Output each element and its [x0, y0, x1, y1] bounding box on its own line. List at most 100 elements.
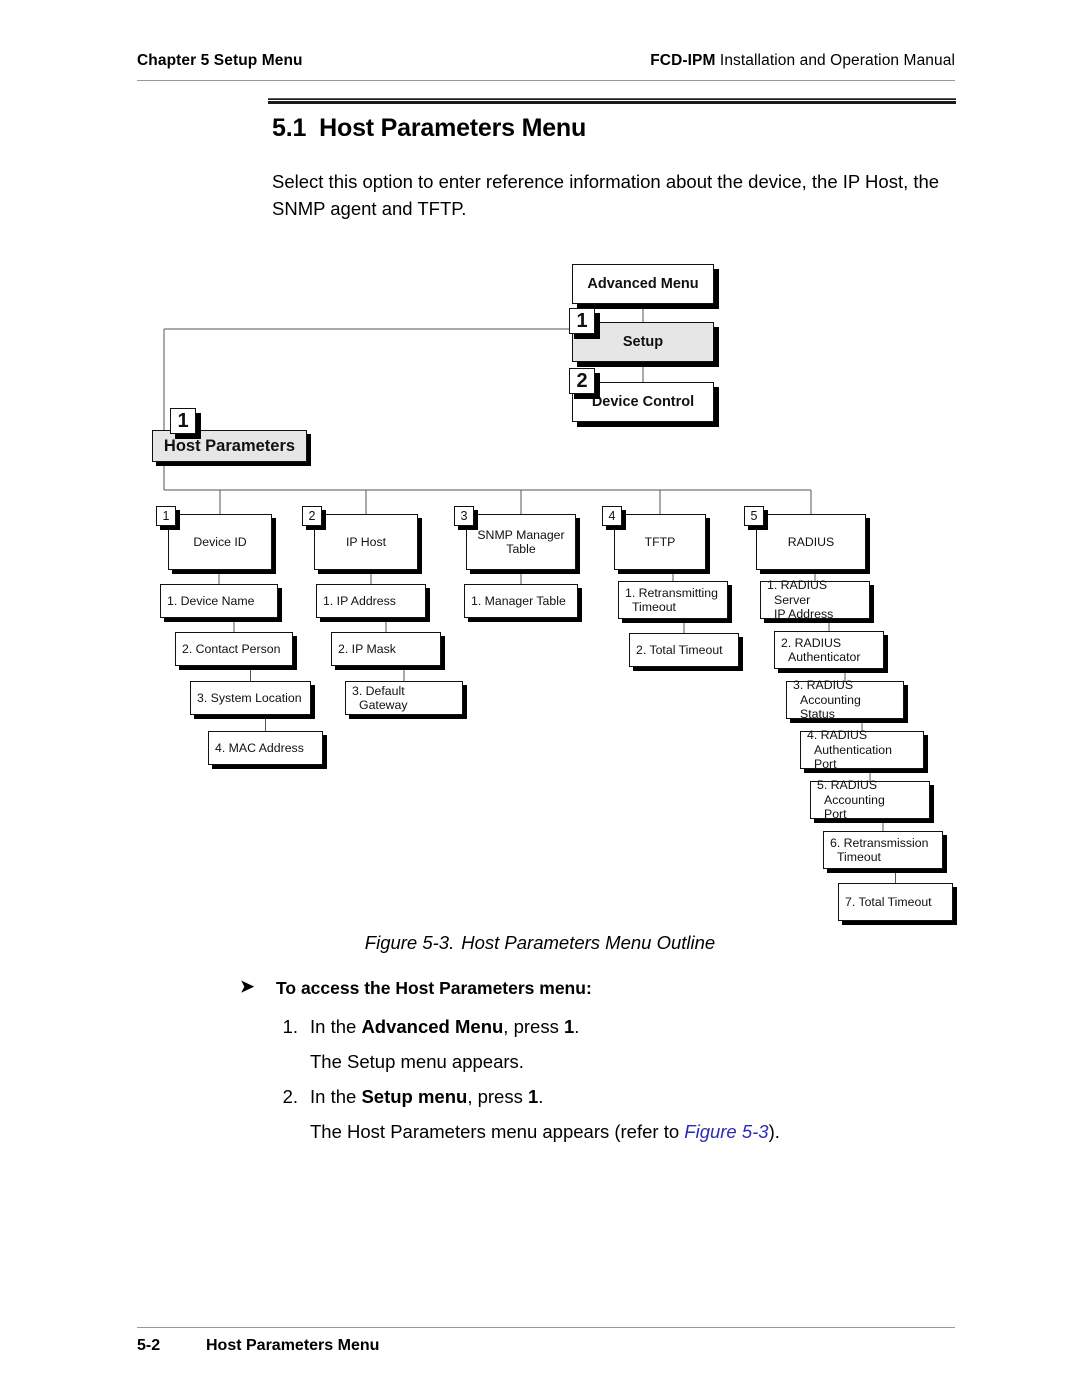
menu-key-badge: 1 [156, 506, 176, 526]
menu-node-label: 1. IP Address [323, 593, 396, 608]
menu-node-item: 4. RADIUS Authentication Port [800, 728, 924, 772]
step-end: . [538, 1086, 544, 1107]
section-title-text: Host Parameters Menu [319, 114, 587, 142]
page-title: 5.1 Host Parameters Menu [272, 114, 586, 143]
menu-node-snmp-manager: SNMP Manager Table [466, 514, 576, 570]
menu-node-label: IP Host [345, 534, 387, 549]
manual-title: FCD-IPM Installation and Operation Manua… [650, 52, 955, 70]
menu-key-badge: 1 [569, 308, 595, 334]
menu-key-badge: 2 [302, 506, 322, 526]
menu-key-badge: 2 [569, 368, 595, 394]
menu-node-item: 3. RADIUS Accounting Status [786, 678, 904, 722]
menu-node-label: 3. Default Gateway [352, 683, 408, 713]
menu-node-label: 1. Manager Table [471, 593, 566, 608]
menu-node-radius: RADIUS [756, 514, 866, 570]
menu-node-label: 2. Contact Person [182, 641, 281, 656]
menu-node-item: 1. Manager Table [464, 584, 578, 618]
menu-node-item: 2. IP Mask [331, 632, 441, 666]
section-rule [268, 98, 956, 104]
menu-node-label: Host Parameters [163, 436, 296, 455]
page-number: 5-2 [137, 1337, 161, 1354]
step-emphasis: Setup menu [361, 1086, 468, 1107]
menu-node-label: 3. RADIUS Accounting Status [793, 678, 861, 722]
menu-key-badge: 1 [170, 408, 196, 434]
menu-key-badge: 3 [454, 506, 474, 526]
step-number: 2. [282, 1086, 298, 1107]
figure-number: Figure 5-3. [364, 932, 455, 953]
procedure-heading-text: To access the Host Parameters menu: [276, 978, 592, 998]
menu-node-tftp: TFTP [614, 514, 706, 570]
menu-node-label: 6. Retransmission Timeout [830, 835, 929, 865]
menu-node-item: 3. Default Gateway [345, 681, 463, 715]
menu-node-label: 2. RADIUS Authenticator [781, 635, 861, 665]
menu-node-item: 1. Device Name [160, 584, 278, 618]
procedure-result-2: The Host Parameters menu appears (refer … [310, 1119, 780, 1145]
footer-rule [137, 1327, 955, 1328]
manual-title-rest: Installation and Operation Manual [715, 52, 955, 69]
menu-node-label: Device ID [193, 534, 247, 549]
menu-node-item: 5. RADIUS Accounting Port [810, 778, 930, 822]
procedure-heading: ➤ To access the Host Parameters menu: [240, 977, 592, 999]
menu-node-host-parameters: Host Parameters [152, 430, 307, 462]
chapter-label: Chapter 5 Setup Menu [137, 52, 303, 69]
menu-node-item: 1. IP Address [316, 584, 426, 618]
menu-node-label: 5. RADIUS Accounting Port [817, 778, 885, 822]
menu-node-item: 1. RADIUS Server IP Address [760, 578, 870, 622]
procedure-step-1: 1. In the Advanced Menu, press 1. [272, 1014, 580, 1040]
menu-node-label: 1. RADIUS Server IP Address [767, 578, 834, 622]
menu-node-label: Advanced Menu [587, 275, 699, 292]
menu-node-item: 2. Total Timeout [629, 633, 739, 667]
step-pre: In the [310, 1016, 362, 1037]
menu-node-item: 3. System Location [190, 681, 311, 715]
section-number: 5.1 [272, 114, 307, 142]
page-footer: 5-2 Host Parameters Menu [137, 1337, 955, 1361]
step-emphasis: Advanced Menu [361, 1016, 504, 1037]
menu-node-item: 2. RADIUS Authenticator [774, 631, 884, 669]
menu-node-label: 4. RADIUS Authentication Port [807, 728, 892, 772]
menu-node-item: 2. Contact Person [175, 632, 293, 666]
triangle-right-icon: ➤ [240, 977, 255, 996]
menu-node-label: 1. Retransmitting Timeout [625, 585, 718, 615]
menu-node-label: Device Control [591, 393, 695, 410]
procedure-result-1: The Setup menu appears. [310, 1051, 524, 1072]
result-pre: The Host Parameters menu appears (refer … [310, 1121, 685, 1142]
menu-node-item: 6. Retransmission Timeout [823, 831, 943, 869]
procedure-step-2: 2. In the Setup menu, press 1. [272, 1084, 544, 1110]
footer-title: Host Parameters Menu [206, 1337, 380, 1354]
menu-node-label: 1. Device Name [167, 593, 255, 608]
figure-title: Host Parameters Menu Outline [461, 932, 716, 953]
step-number: 1. [282, 1016, 298, 1037]
header-rule [137, 80, 955, 81]
running-head: Chapter 5 Setup Menu FCD-IPM Installatio… [137, 52, 955, 78]
menu-node-label: 2. Total Timeout [636, 642, 723, 657]
menu-outline-diagram: Advanced Menu Setup 1 Device Control 2 Host P… [0, 250, 1080, 930]
figure-caption: Figure 5-3. Host Parameters Menu Outline [0, 932, 1080, 954]
menu-node-label: 4. MAC Address [215, 740, 304, 755]
menu-node-item: 7. Total Timeout [838, 883, 953, 921]
step-pre: In the [310, 1086, 362, 1107]
step-post: , press [467, 1086, 528, 1107]
step-key: 1 [563, 1016, 575, 1037]
menu-node-ip-host: IP Host [314, 514, 418, 570]
step-key: 1 [527, 1086, 539, 1107]
intro-paragraph: Select this option to enter reference in… [272, 171, 940, 219]
menu-key-badge: 4 [602, 506, 622, 526]
menu-node-label: 7. Total Timeout [845, 894, 932, 909]
menu-node-label: RADIUS [787, 534, 835, 549]
menu-node-device-id: Device ID [168, 514, 272, 570]
step-post: , press [503, 1016, 564, 1037]
step-text: In the Setup menu, press 1. [310, 1084, 543, 1110]
menu-key-badge: 5 [744, 506, 764, 526]
menu-node-item: 1. Retransmitting Timeout [618, 581, 728, 619]
result-post: ). [768, 1121, 780, 1142]
menu-node-label: Setup [622, 333, 664, 350]
figure-cross-reference-link[interactable]: Figure 5-3 [684, 1121, 768, 1142]
menu-node-item: 4. MAC Address [208, 731, 323, 765]
product-name: FCD-IPM [650, 52, 716, 69]
menu-node-label: 3. System Location [197, 690, 302, 705]
step-text: In the Advanced Menu, press 1. [310, 1014, 579, 1040]
menu-node-label: SNMP Manager Table [477, 527, 565, 557]
menu-node-advanced-menu: Advanced Menu [572, 264, 714, 304]
menu-node-label: 2. IP Mask [338, 641, 396, 656]
step-end: . [574, 1016, 580, 1037]
